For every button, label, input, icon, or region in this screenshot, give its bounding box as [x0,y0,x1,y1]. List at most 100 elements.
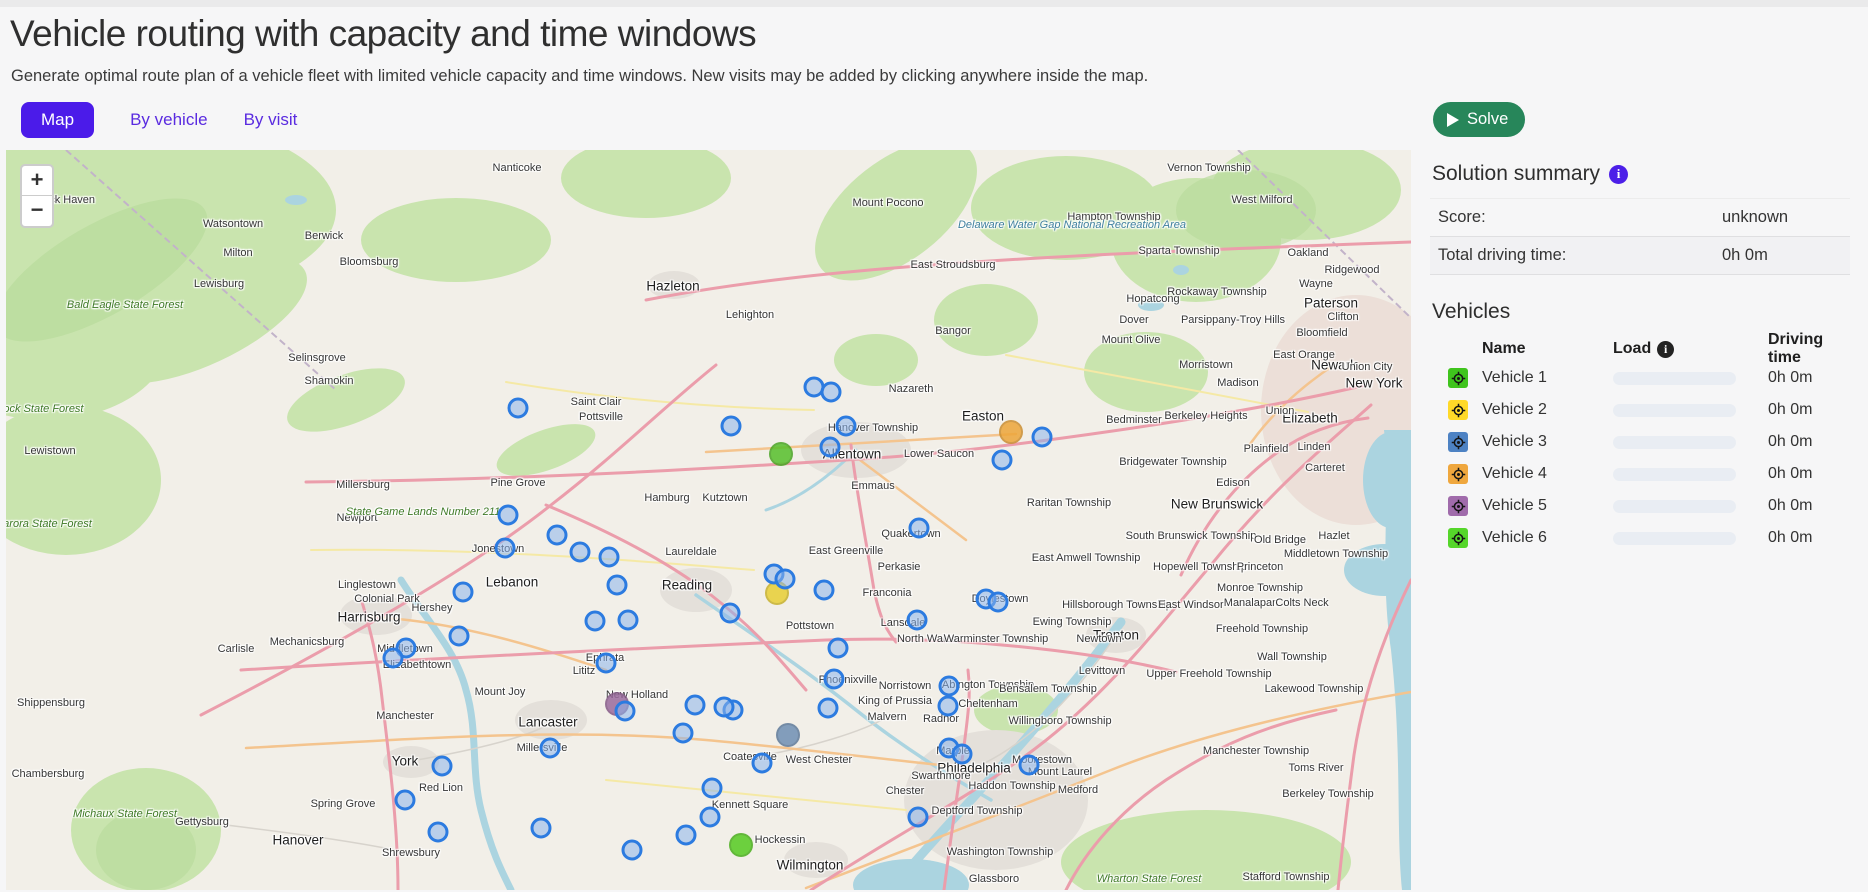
visit-marker[interactable] [820,437,841,458]
visit-marker[interactable] [428,822,449,843]
map[interactable]: HazletonEastonAllentownReadingHarrisburg… [6,150,1411,890]
visit-marker[interactable] [673,723,694,744]
summary-row-value: unknown [1722,208,1788,227]
vehicle-load-cell [1613,436,1768,449]
vehicle-home-marker[interactable] [729,833,753,857]
visit-marker[interactable] [622,840,643,861]
visit-marker[interactable] [818,698,839,719]
visit-marker[interactable] [988,592,1009,613]
window-top-strip [0,0,1868,7]
vehicle-row: Vehicle 60h 0m [1430,522,1850,554]
load-bar [1613,500,1736,513]
visit-marker[interactable] [599,547,620,568]
vehicle-row: Vehicle 4 0h 0m [1430,458,1850,490]
visit-marker[interactable] [607,575,628,596]
visit-marker[interactable] [547,525,568,546]
visit-marker[interactable] [570,542,591,563]
vehicle-name: Vehicle 3 [1482,433,1613,451]
vehicle-marker-icon [1448,368,1468,388]
vehicle-home-marker[interactable] [769,442,793,466]
name-column-header: Name [1482,340,1613,358]
visit-marker[interactable] [939,676,960,697]
vehicle-name: Vehicle 4 [1482,465,1613,483]
map-column: Map By vehicle By visit [0,102,1411,890]
vehicle-row: Vehicle 3 0h 0m [1430,426,1850,458]
map-zoom-control: + − [20,164,54,228]
crosshairs-icon [1451,435,1466,450]
summary-row-label: Score: [1430,208,1722,227]
solution-summary-heading: Solution summary i [1432,162,1850,186]
visit-marker[interactable] [531,818,552,839]
vehicles-heading: Vehicles [1432,300,1850,324]
visit-marker[interactable] [618,610,639,631]
view-tabs: Map By vehicle By visit [21,102,1411,138]
vehicle-name: Vehicle 1 [1482,369,1613,387]
visit-marker[interactable] [700,807,721,828]
vehicle-marker-icon [1448,464,1468,484]
visit-marker[interactable] [395,790,416,811]
vehicle-load-cell [1613,500,1768,513]
visit-marker[interactable] [540,738,561,759]
solve-button-label: Solve [1467,110,1508,129]
zoom-out-button[interactable]: − [22,196,52,226]
vehicle-load-cell [1613,372,1768,385]
visit-marker[interactable] [909,518,930,539]
visit-marker[interactable] [775,569,796,590]
visit-marker[interactable] [714,697,735,718]
visit-marker[interactable] [685,695,706,716]
visit-marker[interactable] [1032,427,1053,448]
tab-by-vehicle[interactable]: By vehicle [130,110,207,130]
crosshairs-icon [1451,531,1466,546]
vehicle-load-cell [1613,404,1768,417]
crosshairs-icon [1451,403,1466,418]
visit-marker[interactable] [508,398,529,419]
visit-marker[interactable] [495,538,516,559]
visit-marker[interactable] [596,653,617,674]
vehicle-marker-icon [1448,432,1468,452]
vehicle-load-cell [1613,532,1768,545]
vehicle-name: Vehicle 2 [1482,401,1613,419]
vehicle-icon-cell [1430,464,1482,484]
visit-marker[interactable] [908,807,929,828]
vehicle-driving-time: 0h 0m [1768,465,1850,483]
visit-marker[interactable] [449,626,470,647]
visit-marker[interactable] [585,611,606,632]
visit-marker[interactable] [1019,755,1040,776]
visit-marker[interactable] [992,450,1013,471]
vehicle-load-cell [1613,468,1768,481]
visit-marker[interactable] [720,603,741,624]
visit-marker[interactable] [938,696,959,717]
tab-map[interactable]: Map [21,102,94,138]
zoom-in-button[interactable]: + [22,166,52,196]
solve-button[interactable]: Solve [1433,102,1525,137]
summary-row-label: Total driving time: [1430,246,1722,265]
vehicle-driving-time: 0h 0m [1768,433,1850,451]
load-info-icon[interactable]: i [1657,341,1674,358]
visit-marker[interactable] [702,778,723,799]
play-icon [1447,113,1459,127]
vehicle-home-marker[interactable] [776,723,800,747]
visit-marker[interactable] [907,610,928,631]
visit-marker[interactable] [814,580,835,601]
vehicle-driving-time: 0h 0m [1768,529,1850,547]
visit-marker[interactable] [432,756,453,777]
visit-marker[interactable] [383,648,404,669]
vehicle-home-marker[interactable] [999,420,1023,444]
page-title: Vehicle routing with capacity and time w… [10,13,1868,55]
visit-marker[interactable] [828,638,849,659]
vehicle-icon-cell [1430,368,1482,388]
visit-marker[interactable] [952,744,973,765]
visit-marker[interactable] [836,416,857,437]
visit-marker[interactable] [615,701,636,722]
visit-marker[interactable] [821,382,842,403]
visit-marker[interactable] [676,825,697,846]
visit-marker[interactable] [721,416,742,437]
vehicle-driving-time: 0h 0m [1768,401,1850,419]
info-icon[interactable]: i [1609,165,1628,184]
crosshairs-icon [1451,499,1466,514]
visit-marker[interactable] [752,753,773,774]
visit-marker[interactable] [498,505,519,526]
visit-marker[interactable] [824,669,845,690]
visit-marker[interactable] [453,582,474,603]
tab-by-visit[interactable]: By visit [244,110,298,130]
